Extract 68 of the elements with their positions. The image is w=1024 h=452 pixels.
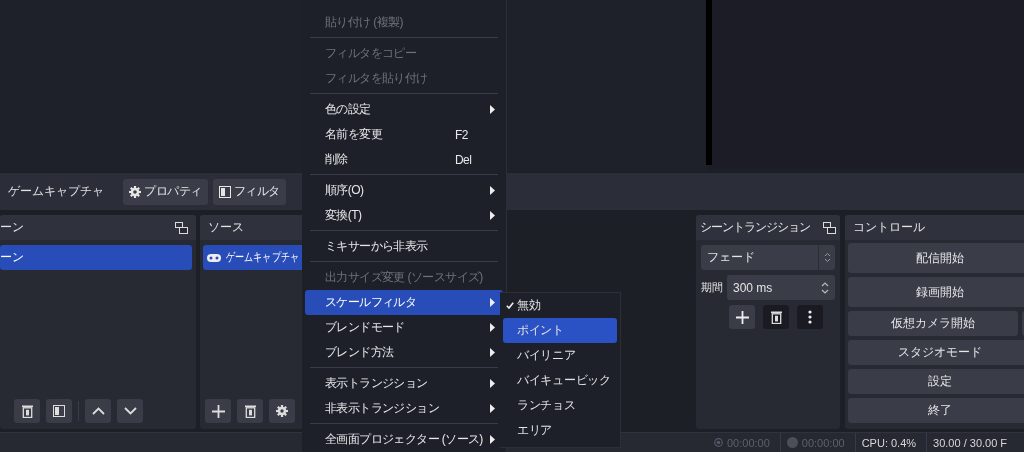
add-button[interactable] xyxy=(205,399,231,423)
undock-icon[interactable] xyxy=(175,221,188,234)
updown-icon xyxy=(823,252,831,263)
gamepad-icon xyxy=(207,253,221,262)
shortcut-text: Del xyxy=(455,152,472,167)
undock-icon[interactable] xyxy=(823,221,836,234)
panel-title: コントロール xyxy=(853,219,925,236)
more-button[interactable] xyxy=(797,305,823,329)
filters-button[interactable]: フィルタ xyxy=(212,178,286,205)
status-text: 30.00 / 30.00 F xyxy=(933,436,1008,449)
plus-icon xyxy=(211,404,225,418)
remove-button[interactable] xyxy=(237,399,263,423)
move-up-button[interactable] xyxy=(85,399,111,423)
control-button[interactable]: 配信開始 xyxy=(848,243,1024,273)
menu-item[interactable]: 色の設定 xyxy=(305,97,503,122)
filter-icon xyxy=(218,185,231,198)
status-text: 00:00:00 xyxy=(801,436,845,449)
ring-icon xyxy=(714,438,723,447)
menu-item[interactable]: スケールフィルタ xyxy=(305,290,503,315)
control-button[interactable]: スタジオモード xyxy=(848,340,1024,365)
duration-label: 期間 xyxy=(701,280,723,295)
gear-icon xyxy=(129,185,141,198)
duration-field[interactable]: 300 ms xyxy=(727,275,835,300)
panel-title: ーン xyxy=(0,219,24,236)
properties-button[interactable]: プロパティ xyxy=(123,178,208,205)
circle-icon xyxy=(786,437,798,448)
menu-item[interactable]: 削除 Del xyxy=(305,147,503,172)
gear-icon xyxy=(276,405,288,417)
trash-icon xyxy=(244,404,256,418)
menu-item[interactable]: ブレンド方法 xyxy=(305,340,503,365)
control-button[interactable]: 録画開始 xyxy=(848,277,1024,307)
scene-item[interactable]: ーン xyxy=(0,245,192,270)
panel-title: ソース xyxy=(208,219,244,236)
menu-item[interactable]: 変換(T) xyxy=(305,203,503,228)
kebab-icon xyxy=(808,310,812,324)
add-button[interactable] xyxy=(729,305,755,329)
menu-item[interactable]: 名前を変更 F2 xyxy=(305,122,503,147)
menu-item[interactable]: 非表示トランジション xyxy=(305,396,503,421)
trash-icon xyxy=(21,404,33,418)
menu-item[interactable]: 表示トランジション xyxy=(305,371,503,396)
control-button[interactable]: 仮想カメラ開始 xyxy=(848,311,1018,336)
menu-item[interactable]: ブレンドモード xyxy=(305,315,503,340)
chevron-up-icon xyxy=(91,407,105,415)
menu-item[interactable]: ポイント xyxy=(503,318,617,343)
remove-button[interactable] xyxy=(763,305,789,329)
shortcut-text: F2 xyxy=(455,127,468,142)
trash-icon xyxy=(770,310,782,324)
source-name: ゲームキャプチャ xyxy=(8,183,105,200)
control-button[interactable]: 設定 xyxy=(848,369,1024,394)
menu-item[interactable]: バイリニア xyxy=(503,343,617,368)
control-button[interactable]: 終了 xyxy=(848,398,1024,423)
plus-icon xyxy=(735,310,749,324)
chevron-down-icon xyxy=(123,407,137,415)
status-text: CPU: 0.4% xyxy=(861,436,917,449)
panel-title: シーントランジション xyxy=(700,219,810,236)
menu-item[interactable]: 全画面プロジェクター (ソース) xyxy=(305,427,503,452)
transition-dropdown[interactable]: フェード xyxy=(701,245,835,270)
spinner-arrows-icon xyxy=(821,280,829,295)
menu-item[interactable]: 順序(O) xyxy=(305,178,503,203)
properties-button[interactable] xyxy=(269,399,295,423)
remove-button[interactable] xyxy=(14,399,40,423)
menu-item[interactable]: エリア xyxy=(503,418,617,443)
move-down-button[interactable] xyxy=(117,399,143,423)
menu-item[interactable]: 無効 xyxy=(503,293,617,318)
menu-item[interactable]: ランチョス xyxy=(503,393,617,418)
filter-icon xyxy=(53,405,65,417)
filters-button[interactable] xyxy=(46,399,72,423)
menu-item[interactable]: バイキュービック xyxy=(503,368,617,393)
